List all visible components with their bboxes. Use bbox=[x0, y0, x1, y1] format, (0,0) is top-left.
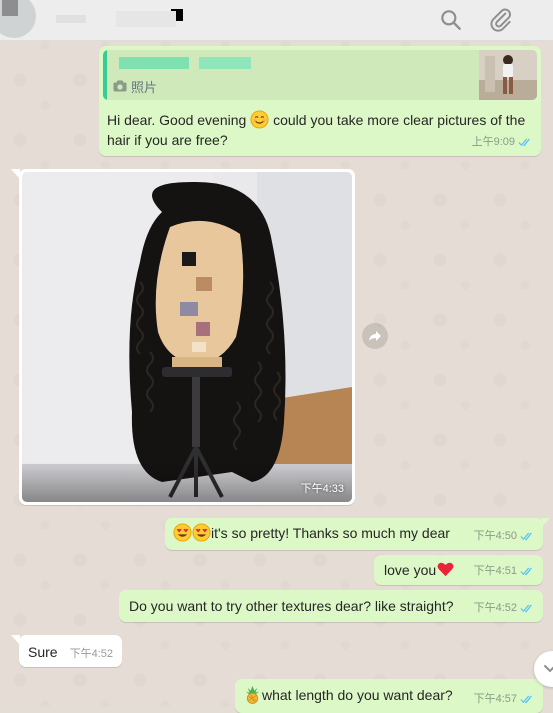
message-time: 下午4:52 bbox=[69, 648, 113, 660]
contact-name-redacted[interactable] bbox=[56, 9, 226, 29]
attach-icon[interactable] bbox=[488, 7, 514, 33]
message-time: 上午9:09 bbox=[471, 136, 515, 148]
message-time: 下午4:50 bbox=[473, 530, 517, 542]
heart-eyes-emoji bbox=[192, 523, 211, 542]
forward-button[interactable] bbox=[362, 323, 388, 349]
incoming-image-message[interactable]: 下午4:33 bbox=[19, 169, 355, 505]
heart-eyes-emoji bbox=[173, 523, 192, 542]
message-time: 下午4:51 bbox=[473, 565, 517, 577]
forward-icon bbox=[369, 331, 381, 341]
double-check-icon bbox=[520, 567, 532, 575]
chevron-down-icon bbox=[544, 665, 553, 673]
search-icon[interactable] bbox=[438, 7, 464, 33]
double-check-icon bbox=[520, 532, 532, 540]
outgoing-message[interactable]: what length do you want dear? 下午4:57 bbox=[235, 679, 543, 713]
quote-label: 照片 bbox=[131, 80, 158, 95]
double-check-icon bbox=[520, 695, 532, 703]
message-time: 下午4:57 bbox=[473, 693, 517, 705]
message-text: love you bbox=[384, 562, 437, 578]
message-text: Hi dear. Good evening bbox=[107, 112, 247, 128]
message-text: Do you want to try other textures dear? … bbox=[129, 598, 454, 614]
outgoing-message[interactable]: Do you want to try other textures dear? … bbox=[119, 590, 543, 622]
message-text: Sure bbox=[28, 644, 58, 660]
smiling-face-emoji bbox=[250, 110, 269, 129]
camera-icon bbox=[113, 80, 127, 92]
message-text: it's so pretty! Thanks so much my dear bbox=[211, 525, 450, 541]
quoted-photo-thumbnail bbox=[479, 50, 537, 100]
outgoing-message[interactable]: it's so pretty! Thanks so much my dear 下… bbox=[165, 518, 543, 550]
contact-avatar[interactable] bbox=[0, 0, 36, 38]
double-check-icon bbox=[520, 604, 532, 612]
bubble-tail bbox=[541, 518, 550, 528]
outgoing-message[interactable]: love you 下午4:51 bbox=[374, 555, 543, 585]
message-time: 下午4:52 bbox=[473, 602, 517, 614]
pineapple-emoji bbox=[245, 685, 260, 704]
quoted-message[interactable]: 照片 bbox=[103, 50, 537, 100]
wig-photo[interactable]: 下午4:33 bbox=[22, 172, 352, 502]
message-time: 下午4:33 bbox=[300, 483, 344, 495]
incoming-message[interactable]: Sure 下午4:52 bbox=[19, 635, 122, 667]
red-heart-emoji bbox=[437, 562, 454, 577]
message-text: what length do you want dear? bbox=[262, 687, 453, 703]
double-check-icon bbox=[518, 138, 530, 146]
chat-header bbox=[0, 0, 553, 41]
outgoing-message[interactable]: 照片 Hi dear. Good evening could you take … bbox=[99, 46, 541, 156]
